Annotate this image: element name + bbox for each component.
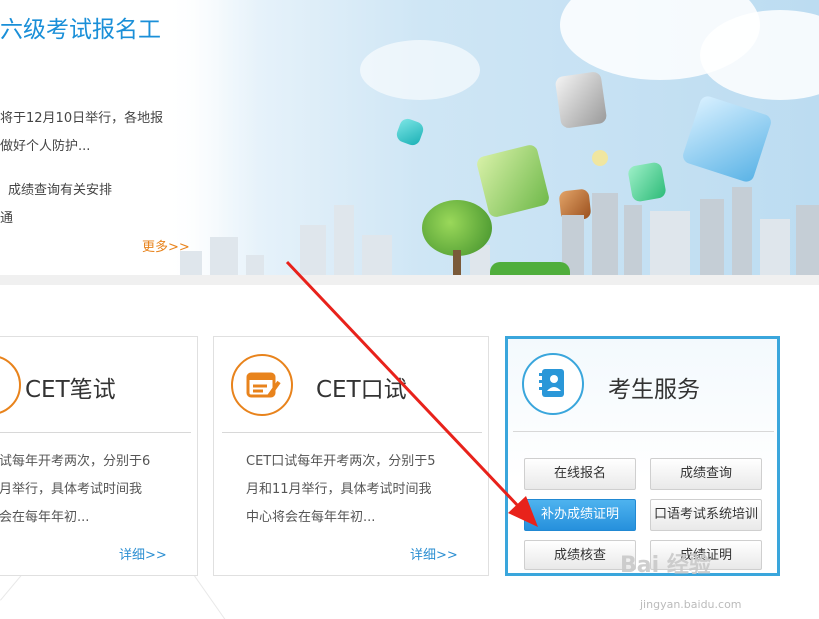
- red-arrow-annotation: [285, 260, 538, 527]
- baidu-watermark: Bai 经验: [620, 553, 711, 578]
- baidu-watermark-url: jingyan.baidu.com: [640, 598, 742, 611]
